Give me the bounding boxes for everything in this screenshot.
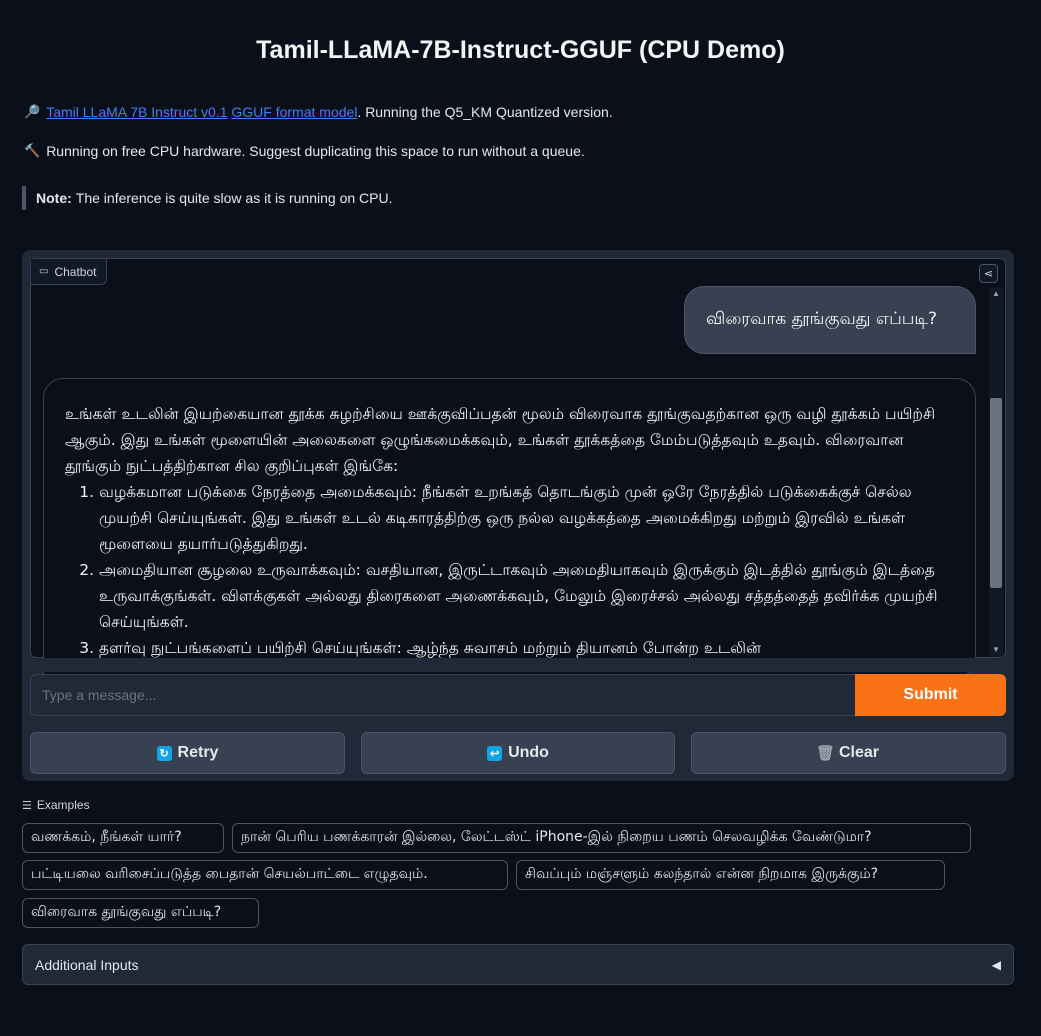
example-item[interactable]: நான் பெரிய பணக்காரன் இல்லை, லேட்டஸ்ட் iP… — [232, 823, 971, 853]
note-blockquote: Note: The inference is quite slow as it … — [22, 186, 393, 210]
additional-inputs-label: Additional Inputs — [35, 956, 139, 973]
share-icon[interactable]: ⋖ — [979, 264, 998, 283]
chat-scrollbar-thumb[interactable] — [990, 398, 1002, 588]
bot-list-item: அமைதியான சூழலை உருவாக்கவும்: வசதியான, இர… — [99, 557, 953, 635]
additional-inputs-accordion[interactable]: Additional Inputs ◀ — [22, 944, 1014, 985]
model-link[interactable]: Tamil LLaMA 7B Instruct v0.1 — [46, 104, 227, 120]
examples-label-text: Examples — [36, 798, 90, 812]
message-input[interactable] — [30, 674, 856, 716]
bot-list-item: வழக்கமான படுக்கை நேரத்தை அமைக்கவும்: நீங… — [99, 479, 953, 557]
bot-message-list: வழக்கமான படுக்கை நேரத்தை அமைக்கவும்: நீங… — [99, 479, 953, 661]
collapse-arrow-icon: ◀ — [991, 957, 1001, 972]
chatbot-bottom-edge — [30, 658, 1006, 672]
chatbot-label-text: Chatbot — [54, 264, 97, 279]
trash-icon: 🗑 — [815, 745, 836, 762]
hardware-line: 🔨 Running on free CPU hardware. Suggest … — [24, 143, 585, 159]
bot-message-bubble: உங்கள் உடலின் இயற்கையான தூக்க சுழற்சியை … — [43, 378, 976, 678]
page-title: Tamil-LLaMA-7B-Instruct-GGUF (CPU Demo) — [256, 36, 785, 64]
intro-line: 🔎 Tamil LLaMA 7B Instruct v0.1 GGUF form… — [24, 104, 613, 120]
hammer-icon: 🔨 — [24, 143, 41, 158]
bot-message-intro: உங்கள் உடலின் இயற்கையான தூக்க சுழற்சியை … — [65, 405, 936, 475]
gguf-link[interactable]: GGUF format model — [231, 104, 357, 120]
intro-text: . Running the Q5_KM Quantized version. — [357, 104, 613, 120]
list-icon: ☰ — [22, 799, 32, 812]
clear-label: Clear — [838, 744, 880, 761]
retry-button[interactable]: ↻ Retry — [30, 732, 345, 774]
retry-label: Retry — [177, 744, 219, 761]
example-item[interactable]: வணக்கம், நீங்கள் யார்? — [22, 823, 224, 853]
example-item[interactable]: விரைவாக தூங்குவது எப்படி? — [22, 898, 259, 928]
undo-icon: ↩ — [487, 745, 503, 761]
undo-label: Undo — [508, 744, 549, 761]
user-message-text: விரைவாக தூங்குவது எப்படி? — [706, 309, 937, 329]
undo-button[interactable]: ↩ Undo — [361, 732, 675, 774]
example-item[interactable]: பட்டியலை வரிசைப்படுத்த பைதான் செயல்பாட்ட… — [22, 860, 508, 890]
scroll-up-icon[interactable]: ▲ — [989, 287, 1003, 299]
example-item[interactable]: சிவப்பும் மஞ்சளும் கலந்தால் என்ன நிறமாக … — [516, 860, 945, 890]
chat-bubble-icon: ▭ — [39, 266, 49, 277]
user-message-bubble: விரைவாக தூங்குவது எப்படி? — [684, 286, 976, 354]
submit-button[interactable]: Submit — [855, 674, 1006, 716]
chatbot-label: ▭ Chatbot — [31, 259, 107, 285]
examples-label: ☰ Examples — [22, 798, 90, 812]
scroll-down-icon[interactable]: ▼ — [989, 643, 1003, 655]
note-text: The inference is quite slow as it is run… — [75, 190, 393, 206]
clear-button[interactable]: 🗑 Clear — [691, 732, 1006, 774]
retry-icon: ↻ — [156, 745, 172, 761]
note-label: Note: — [36, 190, 72, 206]
hardware-text: Running on free CPU hardware. Suggest du… — [46, 143, 585, 159]
magnifier-icon: 🔎 — [24, 104, 41, 119]
